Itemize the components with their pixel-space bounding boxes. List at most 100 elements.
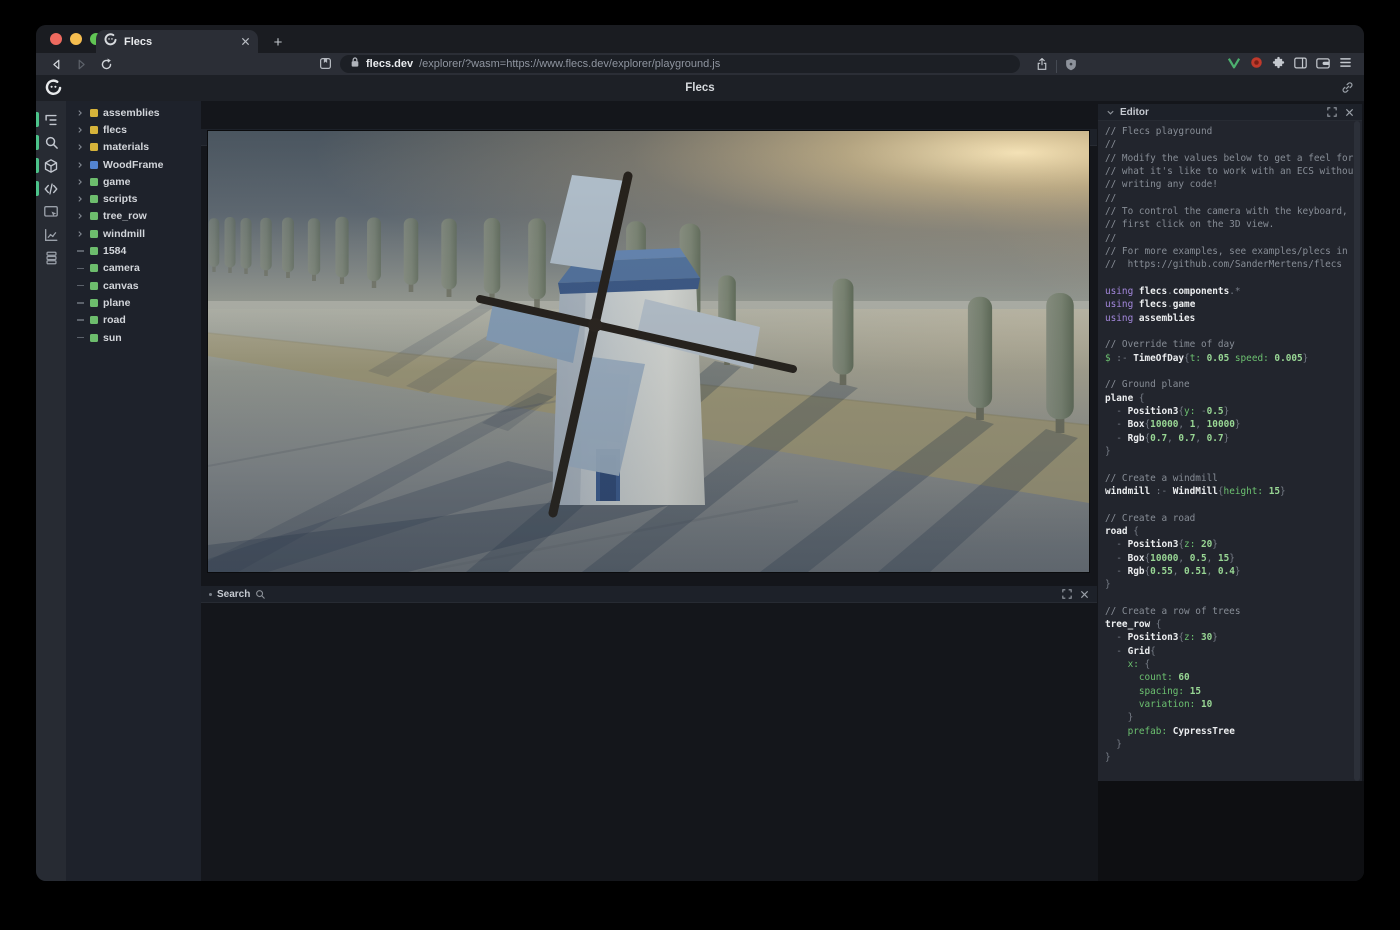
forward-icon[interactable] xyxy=(75,58,88,71)
code-line: } xyxy=(1105,738,1362,751)
tool-rail xyxy=(36,101,66,881)
close-icon[interactable] xyxy=(1080,590,1089,599)
code-line: - Rgb{0.55, 0.51, 0.4} xyxy=(1105,565,1362,578)
code-editor-textarea[interactable]: // Flecs playground//// Modify the value… xyxy=(1098,121,1362,781)
code-line: - Box{10000, 0.5, 15} xyxy=(1105,552,1362,565)
windmill-3d-scene xyxy=(208,131,1089,572)
tree-item-scripts[interactable]: scripts xyxy=(66,190,201,207)
entity-color-square xyxy=(90,126,98,134)
fullscreen-icon[interactable] xyxy=(1062,589,1072,599)
back-icon[interactable] xyxy=(50,58,63,71)
shield-icon[interactable] xyxy=(1065,58,1077,76)
editor-empty-area xyxy=(1098,781,1364,881)
menu-icon[interactable] xyxy=(1339,57,1352,68)
tree-item-game[interactable]: game xyxy=(66,173,201,190)
entity-color-square xyxy=(90,212,98,220)
code-line: // Ground plane xyxy=(1105,378,1362,391)
tree-item-1584[interactable]: 1584 xyxy=(66,242,201,259)
code-line: // Flecs playground xyxy=(1105,125,1362,138)
tree-item-plane[interactable]: plane xyxy=(66,294,201,311)
code-line: // To control the camera with the keyboa… xyxy=(1105,205,1362,218)
chevron-right-icon[interactable] xyxy=(75,126,85,134)
editor-scrollbar[interactable] xyxy=(1354,121,1360,781)
rail-tool-query-search[interactable] xyxy=(36,131,66,154)
code-line xyxy=(1105,272,1362,285)
entity-color-square xyxy=(90,178,98,186)
code-line: - Position3{z: 30} xyxy=(1105,631,1362,644)
code-line: using flecs.game xyxy=(1105,298,1362,311)
entity-label: scripts xyxy=(103,193,137,205)
leaf-dash-icon xyxy=(75,337,85,339)
code-line: // For more examples, see examples/plecs… xyxy=(1105,245,1362,258)
tree-item-WoodFrame[interactable]: WoodFrame xyxy=(66,156,201,173)
tree-item-materials[interactable]: materials xyxy=(66,139,201,156)
code-line: road { xyxy=(1105,525,1362,538)
tree-item-tree_row[interactable]: tree_row xyxy=(66,208,201,225)
leaf-dash-icon xyxy=(75,285,85,287)
extension-v-icon[interactable] xyxy=(1227,57,1241,69)
entity-label: WoodFrame xyxy=(103,159,163,171)
tree-item-camera[interactable]: camera xyxy=(66,260,201,277)
chevron-right-icon[interactable] xyxy=(75,195,85,203)
entity-label: 1584 xyxy=(103,245,126,257)
leaf-dash-icon xyxy=(75,319,85,321)
tree-item-windmill[interactable]: windmill xyxy=(66,225,201,242)
extension-red-badge-icon[interactable] xyxy=(1250,56,1263,69)
bookmark-tab-icon[interactable] xyxy=(319,57,332,75)
fullscreen-icon[interactable] xyxy=(1327,107,1337,117)
permalink-icon[interactable] xyxy=(1341,81,1354,99)
reload-icon[interactable] xyxy=(100,58,113,71)
entity-color-square xyxy=(90,282,98,290)
chevron-right-icon[interactable] xyxy=(75,143,85,151)
url-path: /explorer/?wasm=https://www.flecs.dev/ex… xyxy=(419,58,720,70)
chevron-down-icon[interactable] xyxy=(1106,108,1115,117)
tree-item-canvas[interactable]: canvas xyxy=(66,277,201,294)
rail-tool-inspector[interactable] xyxy=(36,200,66,223)
cube-icon xyxy=(43,158,59,174)
tab-close-icon[interactable] xyxy=(241,33,250,51)
puzzle-extensions-icon[interactable] xyxy=(1272,56,1285,69)
canvas-3d-view[interactable] xyxy=(208,131,1089,572)
code-line: // Create a windmill xyxy=(1105,472,1362,485)
code-line: // Create a road xyxy=(1105,512,1362,525)
search-panel-header[interactable]: Search xyxy=(201,586,1097,603)
rail-tool-script-editor[interactable] xyxy=(36,177,66,200)
entity-label: game xyxy=(103,176,130,188)
browser-tab[interactable]: Flecs xyxy=(96,30,258,53)
new-tab-button[interactable]: + xyxy=(268,32,288,52)
browser-toolbar: flecs.dev /explorer/?wasm=https://www.fl… xyxy=(36,53,1364,75)
code-line: $ :- TimeOfDay{t: 0.05 speed: 0.005} xyxy=(1105,352,1362,365)
chart-icon xyxy=(43,227,59,243)
close-icon[interactable] xyxy=(1345,108,1354,117)
tree-item-flecs[interactable]: flecs xyxy=(66,121,201,138)
share-icon[interactable] xyxy=(1036,57,1048,76)
side-panel-icon[interactable] xyxy=(1294,57,1307,69)
chevron-right-icon[interactable] xyxy=(75,212,85,220)
url-bar[interactable]: flecs.dev /explorer/?wasm=https://www.fl… xyxy=(340,55,1020,73)
editor-panel: Editor // Flecs playground//// Modify th… xyxy=(1098,104,1362,781)
chevron-right-icon[interactable] xyxy=(75,109,85,117)
tree-item-road[interactable]: road xyxy=(66,312,201,329)
code-line: windmill :- WindMill{height: 15} xyxy=(1105,485,1362,498)
rail-tool-statistics[interactable] xyxy=(36,223,66,246)
minimize-window-button[interactable] xyxy=(70,33,82,45)
rail-tool-entities-3d[interactable] xyxy=(36,154,66,177)
close-window-button[interactable] xyxy=(50,33,62,45)
active-indicator xyxy=(36,181,39,196)
chevron-right-icon[interactable] xyxy=(75,178,85,186)
entity-color-square xyxy=(90,109,98,117)
wallet-icon[interactable] xyxy=(1316,57,1330,69)
tab-strip: Flecs + xyxy=(36,25,1364,53)
chevron-right-icon[interactable] xyxy=(75,161,85,169)
rail-tool-entity-tree[interactable] xyxy=(36,108,66,131)
entity-color-square xyxy=(90,334,98,342)
code-line: // first click on the 3D view. xyxy=(1105,218,1362,231)
window-controls[interactable] xyxy=(50,33,102,45)
chevron-right-icon[interactable] xyxy=(75,230,85,238)
rail-tool-tables[interactable] xyxy=(36,246,66,269)
entity-label: materials xyxy=(103,141,149,153)
code-line: plane { xyxy=(1105,392,1362,405)
tree-item-assemblies[interactable]: assemblies xyxy=(66,104,201,121)
collapsed-dot-icon xyxy=(209,593,212,596)
tree-item-sun[interactable]: sun xyxy=(66,329,201,346)
